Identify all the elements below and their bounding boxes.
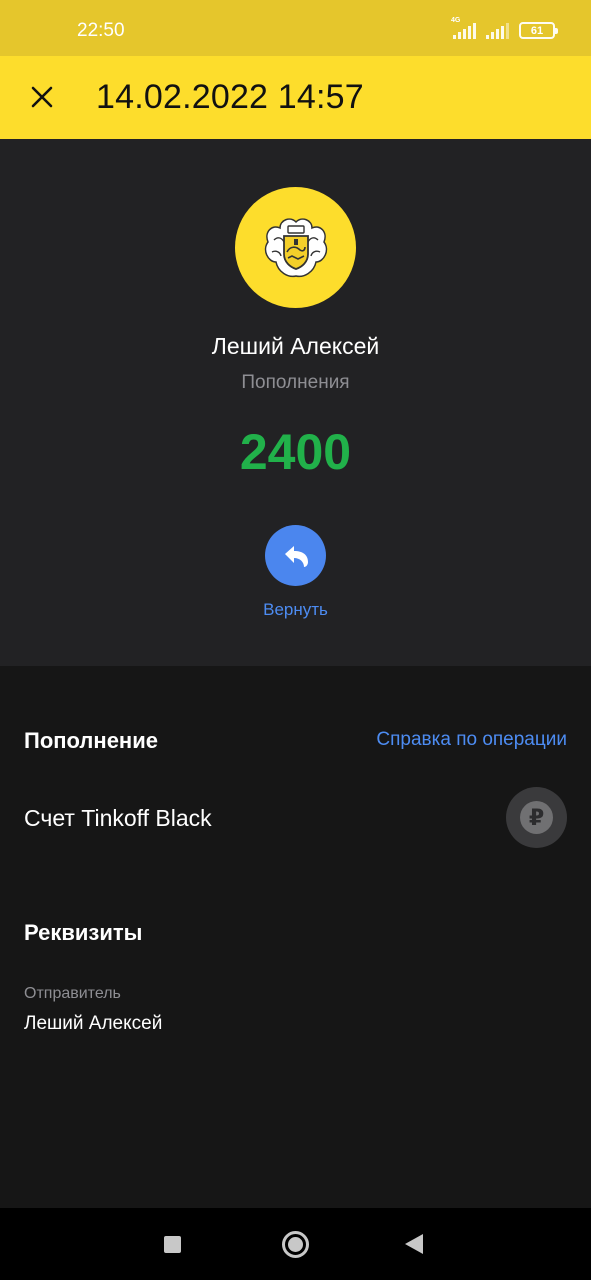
close-icon [31, 86, 53, 108]
section-title-topup: Пополнение [24, 728, 158, 753]
return-button[interactable] [265, 525, 326, 586]
operation-help-link[interactable]: Справка по операции [376, 729, 567, 751]
header: 14.02.2022 14:57 [0, 56, 591, 139]
page-title: 14.02.2022 14:57 [96, 78, 364, 116]
nav-recents-icon[interactable] [164, 1236, 181, 1253]
close-button[interactable] [22, 77, 62, 117]
account-name[interactable]: Счет Tinkoff Black [24, 805, 212, 832]
counterparty-name: Леший Алексей [211, 333, 380, 359]
operation-summary: Леший Алексей Пополнения 2400 Вернуть [0, 139, 591, 666]
return-arrow-icon [284, 545, 308, 567]
status-bar: 22:50 4G 61 [0, 0, 591, 56]
nav-back-icon[interactable] [405, 1234, 423, 1254]
ruble-icon: ₽ [520, 801, 553, 834]
status-time: 22:50 [77, 20, 125, 41]
battery-icon: 61 [519, 22, 558, 39]
sender-value: Леший Алексей [24, 1013, 163, 1034]
account-currency[interactable]: ₽ [506, 787, 567, 848]
nav-home-icon[interactable] [282, 1231, 309, 1258]
signal-4g-icon: 4G [451, 17, 476, 39]
system-nav-bar [0, 1208, 591, 1280]
operation-category: Пополнения [241, 372, 350, 393]
return-label[interactable]: Вернуть [0, 600, 591, 620]
sender-label: Отправитель [24, 985, 121, 1002]
operation-amount: 2400 [239, 424, 352, 480]
bank-logo-icon [235, 187, 356, 308]
network-type-label: 4G [451, 17, 461, 24]
battery-level: 61 [530, 24, 544, 37]
signal-icon [486, 23, 509, 39]
status-icons: 4G 61 [451, 17, 558, 39]
section-title-requisites: Реквизиты [24, 920, 143, 945]
